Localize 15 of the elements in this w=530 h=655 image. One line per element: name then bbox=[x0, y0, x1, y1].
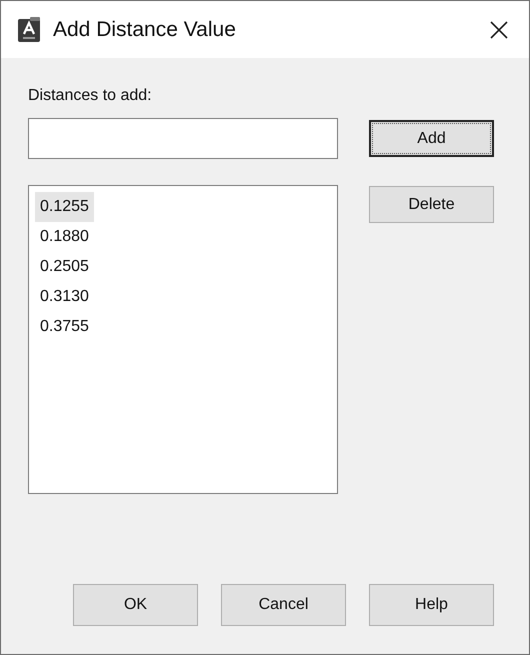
list-item[interactable]: 0.3130 bbox=[35, 282, 94, 312]
list-item[interactable]: 0.3755 bbox=[35, 312, 94, 342]
dialog-button[interactable]: Cancel bbox=[221, 584, 346, 626]
add-button[interactable]: Add bbox=[369, 120, 494, 157]
delete-button[interactable]: Delete bbox=[369, 186, 494, 223]
app-icon bbox=[17, 16, 41, 42]
list-item[interactable]: 0.1880 bbox=[35, 222, 94, 252]
dialog-button[interactable]: OK bbox=[73, 584, 198, 626]
distances-label: Distances to add: bbox=[28, 86, 153, 106]
window-title: Add Distance Value bbox=[53, 16, 236, 43]
dialog-button[interactable]: Help bbox=[369, 584, 494, 626]
list-item[interactable]: 0.1255 bbox=[35, 192, 94, 222]
distance-input[interactable] bbox=[28, 118, 338, 159]
close-icon[interactable] bbox=[489, 20, 509, 40]
list-item[interactable]: 0.2505 bbox=[35, 252, 94, 282]
